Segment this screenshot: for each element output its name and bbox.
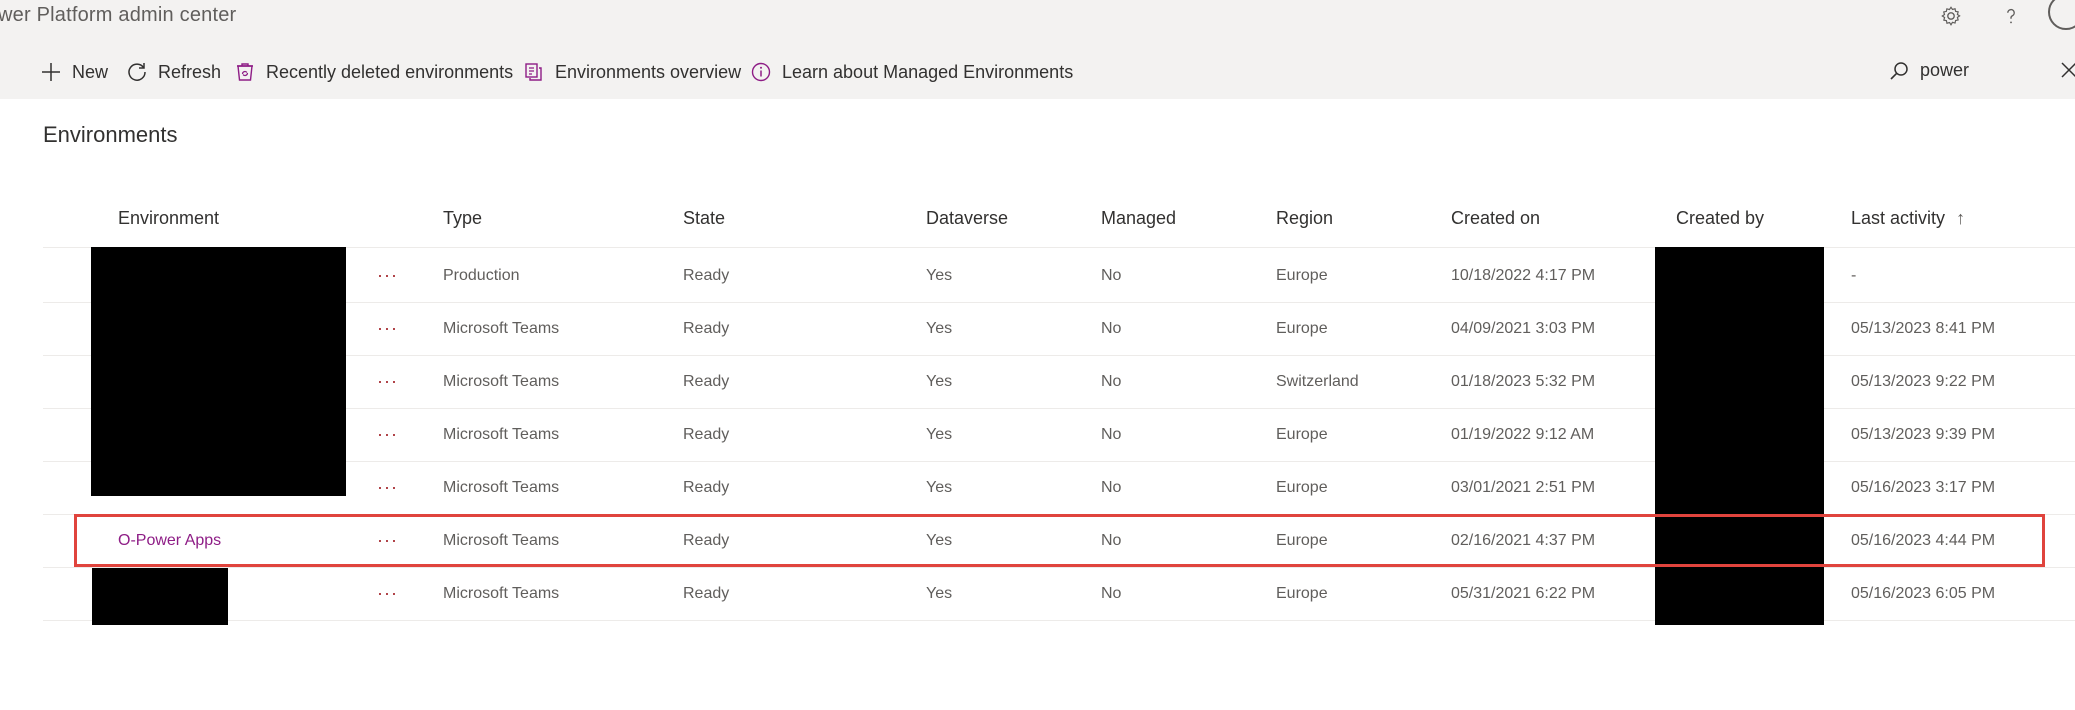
more-options-button[interactable]: ··· (377, 355, 398, 408)
search-box[interactable] (1880, 36, 2075, 108)
avatar[interactable] (2048, 0, 2075, 30)
created-on-cell: 04/09/2021 3:03 PM (1451, 319, 1596, 337)
column-header-environment[interactable]: Environment (118, 208, 219, 229)
new-button[interactable]: New (40, 36, 108, 108)
region-cell: Europe (1276, 319, 1328, 337)
state-cell: Ready (683, 584, 730, 602)
more-options-button[interactable]: ··· (377, 567, 398, 620)
column-header-managed[interactable]: Managed (1101, 208, 1176, 229)
dataverse-cell: Yes (926, 425, 953, 443)
search-icon (1890, 62, 1908, 80)
more-options-button[interactable]: ··· (377, 408, 398, 461)
type-cell: Microsoft Teams (443, 372, 560, 390)
page-title: Environments (43, 122, 178, 147)
state-cell: Ready (683, 319, 730, 337)
plus-icon (42, 63, 60, 81)
created-on-cell: 01/19/2022 9:12 AM (1451, 425, 1595, 443)
region-cell: Europe (1276, 425, 1328, 443)
dataverse-cell: Yes (926, 531, 953, 549)
state-cell: Ready (683, 372, 730, 390)
last-activity-cell: - (1851, 266, 1857, 284)
dataverse-cell: Yes (926, 372, 953, 390)
created-on-cell: 02/16/2021 4:37 PM (1451, 531, 1596, 549)
managed-cell: No (1101, 478, 1122, 496)
region-cell: Switzerland (1276, 372, 1359, 390)
last-activity-cell: 05/13/2023 8:41 PM (1851, 319, 1996, 337)
type-cell: Microsoft Teams (443, 584, 560, 602)
managed-cell: No (1101, 319, 1122, 337)
column-header-created-by[interactable]: Created by (1676, 208, 1764, 229)
dataverse-cell: Yes (926, 478, 953, 496)
copy-icon (525, 63, 542, 81)
column-header-state[interactable]: State (683, 208, 725, 229)
sort-ascending-icon: ↑ (1956, 208, 1966, 228)
redacted-environment-names (91, 247, 346, 496)
refresh-button[interactable]: Refresh (126, 36, 221, 108)
managed-cell: No (1101, 584, 1122, 602)
type-cell: Microsoft Teams (443, 531, 560, 549)
gear-icon[interactable] (1937, 2, 1965, 30)
last-activity-cell: 05/16/2023 6:05 PM (1851, 584, 1996, 602)
column-header-dataverse[interactable]: Dataverse (926, 208, 1008, 229)
environments-overview-label: Environments overview (555, 61, 742, 82)
state-cell: Ready (683, 531, 730, 549)
region-cell: Europe (1276, 584, 1328, 602)
dataverse-cell: Yes (926, 319, 953, 337)
managed-cell: No (1101, 266, 1122, 284)
created-on-cell: 05/31/2021 6:22 PM (1451, 584, 1596, 602)
recently-deleted-button[interactable]: Recently deleted environments (234, 36, 513, 108)
created-on-cell: 03/01/2021 2:51 PM (1451, 478, 1596, 496)
column-header-last-activity[interactable]: Last activity ↑ (1851, 208, 1965, 229)
column-header-created-on[interactable]: Created on (1451, 208, 1540, 229)
last-activity-label: Last activity (1851, 208, 1946, 228)
close-icon[interactable] (2059, 60, 2075, 80)
dataverse-cell: Yes (926, 266, 953, 284)
info-icon (751, 62, 771, 82)
redacted-environment-name (92, 568, 228, 625)
help-icon[interactable] (1997, 2, 2025, 30)
environments-overview-button[interactable]: Environments overview (523, 36, 741, 108)
more-options-button[interactable]: ··· (377, 249, 398, 302)
managed-cell: No (1101, 531, 1122, 549)
last-activity-cell: 05/16/2023 3:17 PM (1851, 478, 1996, 496)
state-cell: Ready (683, 266, 730, 284)
region-cell: Europe (1276, 531, 1328, 549)
app-title[interactable]: wer Platform admin center (0, 4, 236, 27)
more-options-button[interactable]: ··· (377, 514, 398, 567)
learn-managed-button[interactable]: Learn about Managed Environments (750, 36, 1073, 108)
learn-managed-label: Learn about Managed Environments (782, 61, 1074, 82)
environment-name-link[interactable]: O-Power Apps (118, 514, 221, 567)
column-header-region[interactable]: Region (1276, 208, 1333, 229)
top-bar: wer Platform admin center (0, 0, 2075, 36)
dataverse-cell: Yes (926, 584, 953, 602)
search-input[interactable] (1920, 56, 2040, 84)
command-bar: New Refresh Recently deleted environment… (0, 36, 2075, 99)
type-cell: Microsoft Teams (443, 319, 560, 337)
type-cell: Production (443, 266, 520, 284)
last-activity-cell: 05/13/2023 9:39 PM (1851, 425, 1996, 443)
state-cell: Ready (683, 425, 730, 443)
state-cell: Ready (683, 478, 730, 496)
recently-deleted-label: Recently deleted environments (266, 61, 514, 82)
redacted-created-by (1655, 247, 1824, 625)
region-cell: Europe (1276, 478, 1328, 496)
refresh-icon (128, 63, 146, 81)
more-options-button[interactable]: ··· (377, 461, 398, 514)
type-cell: Microsoft Teams (443, 478, 560, 496)
new-button-label: New (72, 61, 109, 82)
last-activity-cell: 05/16/2023 4:44 PM (1851, 531, 1996, 549)
last-activity-cell: 05/13/2023 9:22 PM (1851, 372, 1996, 390)
created-on-cell: 10/18/2022 4:17 PM (1451, 266, 1596, 284)
column-header-type[interactable]: Type (443, 208, 482, 229)
recycle-bin-icon (237, 63, 253, 81)
managed-cell: No (1101, 425, 1122, 443)
refresh-button-label: Refresh (158, 61, 222, 82)
region-cell: Europe (1276, 266, 1328, 284)
type-cell: Microsoft Teams (443, 425, 560, 443)
created-on-cell: 01/18/2023 5:32 PM (1451, 372, 1596, 390)
managed-cell: No (1101, 372, 1122, 390)
more-options-button[interactable]: ··· (377, 302, 398, 355)
